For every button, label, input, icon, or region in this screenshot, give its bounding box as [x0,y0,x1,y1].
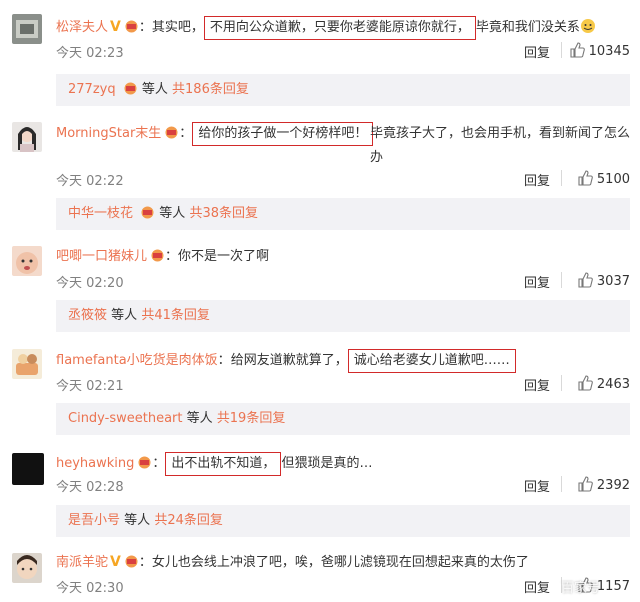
reply-button[interactable]: 回复 [524,272,550,291]
highlighted-text: 出不出轨不知道， [165,452,282,476]
comment-text-pre: 女儿也会线上冲浪了吧，唉，爸哪儿滤镜现在回想起来真的太伤了 [151,555,529,570]
vip-badge-icon [138,456,151,469]
vip-badge-icon [151,249,164,262]
thumbs-up-icon [578,375,593,391]
reply-middle-text: 等人 [124,513,151,528]
like-count: 10345 [588,44,630,59]
reply-username[interactable]: 是吾小号 [68,513,120,528]
replies-summary[interactable]: Cindy-sweetheart 等人 共19条回复 [56,403,630,435]
verified-icon: V [110,19,121,35]
comment-text: 吧唧一口猪妹儿 ：你不是一次了啊 [56,249,270,264]
avatar[interactable] [12,553,42,583]
comment-meta: 今天 02:20 回复 3037 [56,272,630,291]
timestamp: 今天 02:20 [56,276,124,291]
timestamp: 今天 02:30 [56,581,124,596]
like-count: 2463 [596,377,630,392]
comment-text-post-span: 毕竟孩子大了，也会用手机，看到新闻了怎么办 [370,126,631,165]
comment-meta: 今天 02:30 回复 1157 [56,577,630,596]
comment-meta: 今天 02:21 回复 2463 [56,375,630,394]
thumbs-up-icon [578,476,593,492]
replies-summary[interactable]: 是吾小号 等人 共24条回复 [56,505,630,537]
username[interactable]: 松泽夫人 [56,20,108,35]
thumbs-up-icon [578,170,593,186]
username[interactable]: flamefanta小吃货是肉体饭 [56,353,218,368]
reply-button[interactable]: 回复 [524,476,550,495]
reply-count-link[interactable]: 共24条回复 [154,513,223,528]
avatar[interactable] [12,14,42,44]
replies-summary[interactable]: 中华一枝花 等人 共38条回复 [56,198,630,230]
vip-badge-icon [125,555,138,568]
timestamp: 今天 02:22 [56,174,124,189]
comment-text: 松泽夫人 V ：其实吧， 不用向公众道歉，只要你老婆能原谅你就行， 毕竟和我们没关系 [56,16,630,40]
avatar[interactable] [12,349,42,379]
reply-username[interactable]: 中华一枝花 [68,206,133,221]
comment-text-post: 毕竟孩子大了，也会用手机，看到新闻了怎么办 [370,122,630,170]
reply-button[interactable]: 回复 [524,577,550,596]
verified-icon: V [110,554,121,570]
reply-count-link[interactable]: 共38条回复 [189,206,258,221]
replies-summary[interactable]: 277zyq 等人 共186条回复 [56,74,630,106]
reply-middle-text: 等人 [159,206,186,221]
reply-username[interactable]: 277zyq [68,82,116,97]
like-button[interactable]: 5100 [560,170,630,187]
like-count: 3037 [596,274,630,289]
comment-text: heyhawking：出不出轨不知道， 但猥琐是真的… [56,452,630,476]
avatar[interactable] [12,246,42,276]
like-button[interactable]: 3037 [560,272,630,289]
like-button[interactable]: 2392 [560,476,630,493]
reply-middle-text: 等人 [111,308,138,323]
like-count: 5100 [596,172,630,187]
username[interactable]: 吧唧一口猪妹儿 [56,249,147,264]
thumbs-up-icon [578,272,593,288]
watermark: 百家号 [560,581,600,596]
like-count: 1157 [596,579,630,594]
timestamp: 今天 02:23 [56,46,124,61]
comment-text-pre: 你不是一次了啊 [178,249,270,264]
username[interactable]: 南派羊驼 [56,555,108,570]
reply-middle-text: 等人 [141,82,168,97]
replies-summary[interactable]: 丞筱筱 等人 共41条回复 [56,300,630,332]
username[interactable]: heyhawking [56,456,134,471]
comment-text-post: 毕竟和我们没关系 [475,20,580,35]
vip-badge-icon [124,82,137,95]
comment-text-pre: 其实吧， [151,20,204,35]
comment-meta: 今天 02:22 回复 5100 [56,170,630,189]
reply-button[interactable]: 回复 [524,170,550,189]
comment-text: flamefanta小吃货是肉体饭：给网友道歉就算了， 诚心给老婆女儿道歉吧…… [56,349,630,373]
like-count: 2392 [596,478,630,493]
thumbs-up-icon [570,42,585,58]
reply-username[interactable]: 丞筱筱 [68,308,107,323]
reply-button[interactable]: 回复 [524,42,550,61]
reply-button[interactable]: 回复 [524,375,550,394]
vip-badge-icon [141,206,154,219]
highlighted-text: 诚心给老婆女儿道歉吧…… [347,349,516,373]
reply-count-link[interactable]: 共186条回复 [172,82,249,97]
reply-middle-text: 等人 [186,411,213,426]
avatar[interactable] [12,453,44,485]
comment-text-pre: 给网友道歉就算了， [230,353,348,368]
reply-count-link[interactable]: 共41条回复 [141,308,210,323]
vip-badge-icon [125,20,138,33]
comment-text-post: 但猥琐是真的… [281,456,373,471]
comment-meta: 今天 02:28 回复 2392 [56,476,630,495]
reply-count-link[interactable]: 共19条回复 [217,411,286,426]
timestamp: 今天 02:28 [56,480,124,495]
emoji-icon [580,19,595,33]
comment-text: 南派羊驼 V ：女儿也会线上冲浪了吧，唉，爸哪儿滤镜现在回想起来真的太伤了 [56,554,529,570]
comment-meta: 今天 02:23 回复 10345 [56,42,630,61]
like-button[interactable]: 2463 [560,375,630,392]
highlighted-text: 不用向公众道歉，只要你老婆能原谅你就行， [203,16,476,40]
like-button[interactable]: 10345 [560,42,630,59]
timestamp: 今天 02:21 [56,379,124,394]
reply-username[interactable]: Cindy-sweetheart [68,411,182,426]
